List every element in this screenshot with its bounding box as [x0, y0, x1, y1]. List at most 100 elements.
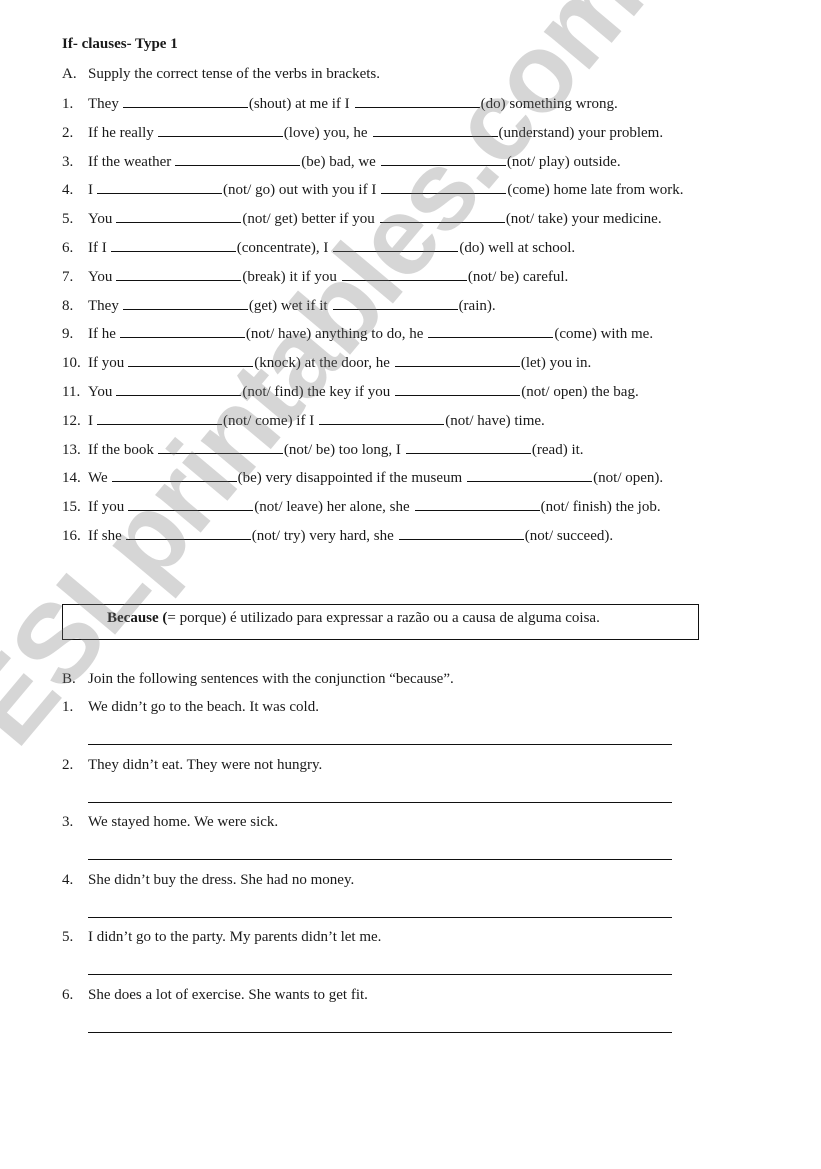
item-text-middle: (be) very disappointed if the museum: [237, 470, 463, 487]
exercise-a-item: 4. I (not/ go) out with you if I (come) hom…: [62, 179, 684, 199]
item-text-start: We: [88, 470, 108, 487]
item-text-end: (not/ be) careful.: [467, 268, 569, 285]
answer-blank-1[interactable]: [119, 323, 245, 339]
answer-blank-2[interactable]: [395, 381, 521, 396]
exercise-a-item: 5. You (not/ get) better if you (not/ take)…: [62, 208, 662, 228]
item-text-start: I: [88, 412, 93, 429]
answer-line[interactable]: [88, 744, 672, 745]
item-text-middle: (get) wet if it: [248, 297, 328, 314]
answer-line[interactable]: [88, 974, 672, 976]
item-text-middle: (not/ come) if I: [223, 412, 315, 429]
item-text-start: If he: [88, 326, 116, 343]
item-text-start: I: [88, 182, 93, 199]
item-sentences: They didn’t eat. They were not hungry.: [88, 756, 323, 773]
answer-blank-2[interactable]: [414, 496, 540, 512]
item-number: 9.: [62, 326, 74, 343]
answer-blank-1[interactable]: [122, 93, 248, 108]
answer-blank-2[interactable]: [332, 295, 458, 310]
item-number: 7.: [62, 268, 74, 285]
exercise-a-item: 2. If he really (love) you, he (understand)…: [62, 122, 663, 142]
answer-blank-1[interactable]: [128, 496, 254, 512]
item-text-middle: (break) it if you: [242, 268, 337, 285]
item-sentences: We didn’t go to the beach. It was cold.: [88, 699, 319, 715]
exercise-a-item: 14. We (be) very disappointed if the museu…: [62, 467, 663, 487]
item-number: 3.: [62, 153, 74, 170]
item-number: 13.: [62, 441, 81, 458]
item-text-end: (do) well at school.: [459, 240, 576, 256]
item-number: 16.: [62, 528, 81, 544]
item-sentences: She didn’t buy the dress. She had no mon…: [88, 871, 355, 888]
info-box-rest: = porque) é utilizado para expressar a r…: [167, 610, 600, 626]
item-number: 3.: [62, 814, 74, 831]
answer-blank-1[interactable]: [128, 352, 254, 368]
exercise-a-item: 3. If the weather (be) bad, we (not/ play) …: [62, 151, 621, 171]
item-text-start: You: [88, 268, 113, 285]
answer-blank-1[interactable]: [116, 266, 242, 281]
item-number: 14.: [62, 470, 81, 487]
item-number: 8.: [62, 297, 74, 314]
exercise-b-item: 3. We stayed home. We were sick.: [62, 812, 278, 832]
answer-blank-1[interactable]: [175, 151, 301, 166]
answer-blank-2[interactable]: [333, 237, 459, 252]
item-text-end: (rain).: [458, 297, 496, 314]
answer-blank-2[interactable]: [380, 151, 506, 166]
item-text-end: (not/ have) time.: [445, 412, 545, 429]
item-text-start: They: [88, 96, 119, 112]
item-number: 6.: [62, 987, 74, 1003]
item-number: 5.: [62, 929, 74, 946]
answer-blank-2[interactable]: [354, 93, 480, 108]
answer-blank-1[interactable]: [157, 439, 283, 454]
answer-blank-2[interactable]: [467, 467, 593, 483]
answer-blank-2[interactable]: [341, 266, 467, 281]
item-text-middle: (be) bad, we: [301, 153, 376, 170]
answer-blank-1[interactable]: [125, 525, 251, 540]
info-box-text: Because (= porque) é utilizado para expr…: [107, 610, 600, 627]
answer-blank-1[interactable]: [157, 122, 283, 137]
item-text-start: If she: [88, 528, 122, 544]
item-text-start: If the book: [88, 441, 154, 458]
exercise-b-item: 1. We didn’t go to the beach. It was cold…: [62, 697, 319, 717]
answer-blank-2[interactable]: [405, 439, 531, 454]
answer-blank-2[interactable]: [394, 352, 520, 368]
answer-blank-1[interactable]: [111, 467, 237, 483]
item-sentences: We stayed home. We were sick.: [88, 814, 279, 831]
answer-blank-1[interactable]: [122, 295, 248, 310]
item-text-middle: (not/ leave) her alone, she: [254, 499, 410, 516]
answer-blank-2[interactable]: [398, 525, 524, 540]
item-text-start: If you: [88, 499, 125, 516]
item-number: 10.: [62, 355, 81, 372]
answer-blank-2[interactable]: [319, 410, 445, 425]
section-b-instruction-text: Join the following sentences with the co…: [88, 671, 454, 687]
item-text-start: If he really: [88, 124, 154, 141]
exercise-a-item: 16. If she (not/ try) very hard, she (not/ …: [62, 525, 613, 545]
item-text-end: (not/ play) outside.: [506, 153, 621, 170]
item-text-middle: (shout) at me if I: [248, 96, 350, 112]
item-number: 1.: [62, 699, 74, 715]
item-text-middle: (not/ go) out with you if I: [223, 182, 377, 199]
exercise-b-item: 4. She didn’t buy the dress. She had no m…: [62, 870, 354, 890]
answer-line[interactable]: [88, 801, 672, 803]
item-text-start: If you: [88, 355, 125, 372]
item-text-start: If I: [88, 240, 107, 256]
item-number: 4.: [62, 871, 74, 888]
answer-blank-1[interactable]: [110, 237, 236, 252]
item-text-end: (understand) your problem.: [498, 124, 664, 141]
answer-line[interactable]: [88, 859, 672, 861]
answer-line[interactable]: [88, 1032, 672, 1033]
item-number: 12.: [62, 412, 81, 429]
answer-blank-1[interactable]: [116, 381, 242, 396]
answer-blank-2[interactable]: [381, 179, 507, 195]
answer-blank-1[interactable]: [116, 208, 242, 224]
item-text-start: They: [88, 297, 119, 314]
item-number: 1.: [62, 96, 74, 112]
answer-line[interactable]: [88, 916, 672, 918]
answer-blank-2[interactable]: [379, 208, 505, 224]
item-text-middle: (knock) at the door, he: [254, 355, 390, 372]
answer-blank-2[interactable]: [372, 122, 498, 137]
answer-blank-2[interactable]: [428, 323, 554, 339]
answer-blank-1[interactable]: [97, 179, 222, 195]
section-a-instruction: A. Supply the correct tense of the verbs …: [62, 64, 380, 84]
answer-blank-1[interactable]: [97, 410, 222, 425]
exercise-a-item: 11. You (not/ find) the key if you (not/ op…: [62, 381, 639, 401]
item-text-middle: (not/ be) too long, I: [283, 441, 401, 458]
